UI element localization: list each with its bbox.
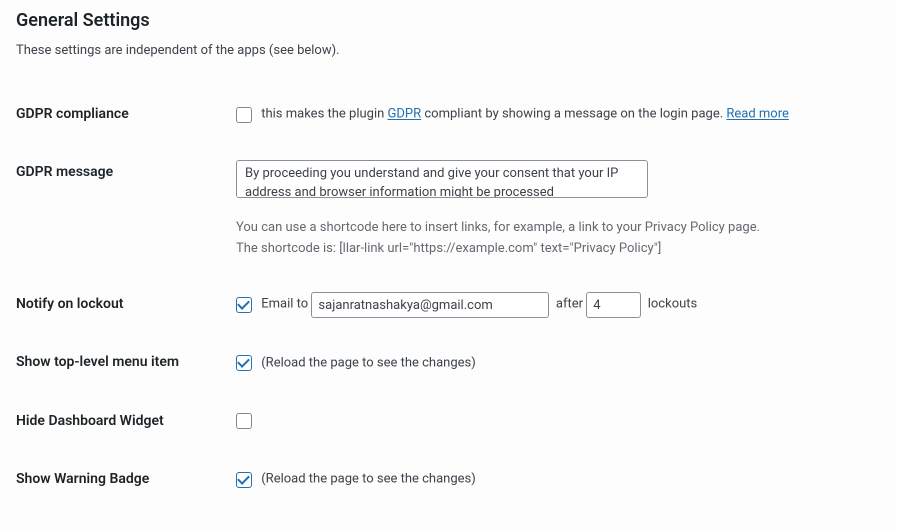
row-show-badge: Show Warning Badge (Reload the page to s… <box>16 453 881 511</box>
notify-checkbox[interactable] <box>236 297 252 313</box>
page-subline: These settings are independent of the ap… <box>16 43 881 58</box>
show-badge-hint: (Reload the page to see the changes) <box>261 472 476 487</box>
read-more-link[interactable]: Read more <box>726 107 789 122</box>
show-badge-checkbox[interactable] <box>236 472 252 488</box>
hide-widget-checkbox[interactable] <box>236 413 252 429</box>
label-show-menu: Show top-level menu item <box>16 336 236 394</box>
notify-email-input[interactable] <box>311 292 549 318</box>
row-show-menu: Show top-level menu item (Reload the pag… <box>16 336 881 394</box>
label-gdpr-compliance: GDPR compliance <box>16 88 236 146</box>
row-gdpr-message: GDPR message You can use a shortcode her… <box>16 146 881 278</box>
gdpr-compliance-checkbox[interactable] <box>236 107 252 123</box>
row-gdpr-compliance: GDPR compliance this makes the plugin GD… <box>16 88 881 146</box>
notify-after-text: after <box>556 297 583 312</box>
row-notify-lockout: Notify on lockout Email to after lockout… <box>16 278 881 336</box>
gdpr-message-textarea[interactable] <box>236 160 648 198</box>
gdpr-link[interactable]: GDPR <box>388 107 422 122</box>
row-hide-widget: Hide Dashboard Widget <box>16 395 881 453</box>
label-gdpr-message: GDPR message <box>16 146 236 278</box>
show-menu-checkbox[interactable] <box>236 355 252 371</box>
page-title: General Settings <box>16 10 881 31</box>
notify-email-to-text: Email to <box>261 297 308 312</box>
gdpr-compliance-text-before: this makes the plugin <box>261 107 387 122</box>
show-menu-hint: (Reload the page to see the changes) <box>261 355 476 370</box>
settings-table: GDPR compliance this makes the plugin GD… <box>16 88 881 511</box>
gdpr-message-help: You can use a shortcode here to insert l… <box>236 218 881 260</box>
notify-lockouts-text: lockouts <box>648 297 698 312</box>
label-show-badge: Show Warning Badge <box>16 453 236 511</box>
gdpr-help-line2: The shortcode is: [llar-link url="https:… <box>236 241 661 256</box>
label-hide-widget: Hide Dashboard Widget <box>16 395 236 453</box>
gdpr-help-line1: You can use a shortcode here to insert l… <box>236 220 760 235</box>
gdpr-compliance-text-after: compliant by showing a message on the lo… <box>421 107 726 122</box>
label-notify-lockout: Notify on lockout <box>16 278 236 336</box>
notify-count-input[interactable] <box>586 292 641 318</box>
